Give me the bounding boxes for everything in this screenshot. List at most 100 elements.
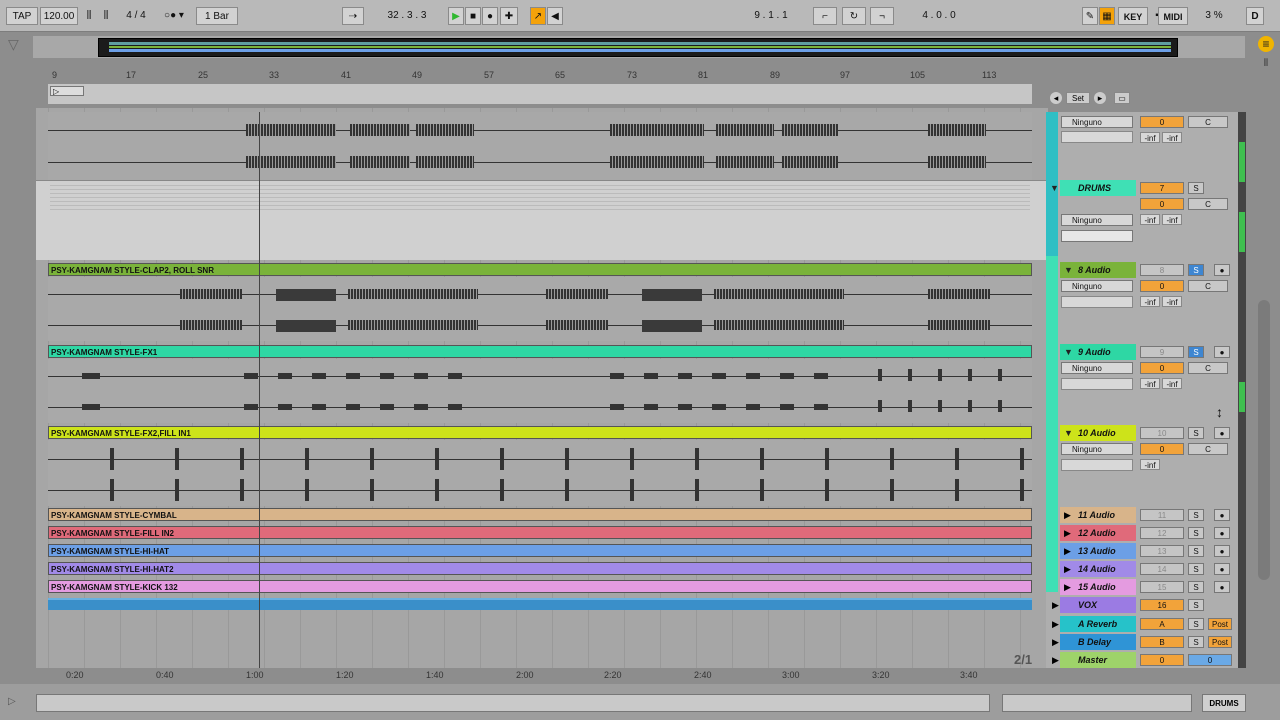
track-number[interactable]: 15 [1140,581,1184,593]
automation-arm-icon[interactable]: ↗ [530,7,546,25]
solo-button[interactable]: S [1188,264,1204,276]
track-lane[interactable] [48,359,1032,423]
locator-bar[interactable]: ▷ [48,84,1032,104]
metronome-icon[interactable]: ⫼ [82,7,96,25]
clip-fx2-fill-in1[interactable]: PSY-KAMGNAM STYLE-FX2,FILL IN1 [48,426,1032,439]
fold-icon[interactable]: ▶ [1052,655,1059,666]
solo-button[interactable]: S [1188,636,1204,648]
solo-button[interactable]: S [1188,599,1204,611]
metronome-toggle-icon[interactable]: ○● ▾ [158,7,190,25]
track-number[interactable]: 16 [1140,599,1184,611]
fold-icon[interactable]: ▶ [1064,546,1071,557]
volume-field[interactable]: 0 [1140,280,1184,292]
arm-button[interactable]: ● [1214,427,1230,439]
loop-start-field[interactable]: 9 . 1 . 1 [730,7,812,25]
pan-field[interactable]: C [1188,443,1228,455]
track-number[interactable]: 12 [1140,527,1184,539]
solo-button[interactable]: S [1188,427,1204,439]
solo-button[interactable]: S [1188,182,1204,194]
track-number[interactable]: A [1140,618,1184,630]
record-icon[interactable]: ● [482,7,498,25]
solo-button[interactable]: S [1188,545,1204,557]
arm-button[interactable]: ● [1214,509,1230,521]
nudge-icon[interactable]: ⫼ [99,7,113,25]
fold-icon[interactable]: ▶ [1064,510,1071,521]
selected-track-label[interactable]: DRUMS [1202,694,1246,712]
solo-button[interactable]: S [1188,618,1204,630]
midi-map-button[interactable]: MIDI [1158,7,1188,25]
set-locator-button[interactable]: Set [1066,92,1090,104]
menu-icon[interactable]: ≡ [1258,36,1274,52]
fold-icon[interactable]: ▼ [1064,347,1073,357]
signature-field[interactable]: 4 / 4 [118,7,154,25]
post-button[interactable]: Post [1208,618,1232,630]
track-lane[interactable] [48,112,1032,180]
track-number[interactable]: 11 [1140,509,1184,521]
track-number[interactable]: 8 [1140,264,1184,276]
solo-button[interactable]: S [1188,509,1204,521]
solo-button[interactable]: S [1188,527,1204,539]
track-b-delay[interactable]: B Delay [1060,634,1136,650]
io-toggle-icon[interactable]: ⦀ [1258,56,1274,72]
quantization-menu[interactable]: 1 Bar [196,7,238,25]
volume-field[interactable]: 0 [1140,198,1184,210]
input-channel-field[interactable] [1061,296,1133,308]
fold-icon[interactable]: ▼ [1064,265,1073,275]
fold-icon[interactable]: ▶ [1052,600,1059,611]
input-channel-field[interactable] [1061,459,1133,471]
volume-field[interactable]: 0 [1140,116,1184,128]
track-number[interactable]: 7 [1140,182,1184,194]
fold-icon[interactable]: ▼ [1064,428,1073,438]
arm-button[interactable]: ● [1214,581,1230,593]
scroll-right-icon[interactable]: ▸ [1094,92,1106,104]
volume-field[interactable]: 0 [1140,654,1184,666]
song-position-field[interactable]: 32 . 3 . 3 [366,7,448,25]
fold-icon[interactable]: ▶ [1064,564,1071,575]
input-dropdown[interactable]: Ninguno [1061,443,1133,455]
arm-button[interactable]: ● [1214,563,1230,575]
follow-icon[interactable]: ⇢ [342,7,364,25]
input-dropdown[interactable]: Ninguno [1061,116,1133,128]
punch-in-icon[interactable]: ⌐ [813,7,837,25]
clip-kick-132[interactable]: PSY-KAMGNAM STYLE-KICK 132 [48,580,1032,593]
input-dropdown[interactable]: Ninguno [1061,362,1133,374]
clip-hi-hat[interactable]: PSY-KAMGNAM STYLE-HI-HAT [48,544,1032,557]
arm-button[interactable]: ● [1214,545,1230,557]
track-number[interactable]: 13 [1140,545,1184,557]
track-vox[interactable]: VOX [1060,597,1136,613]
track-lane[interactable] [48,277,1032,341]
fold-icon[interactable]: ▶ [1064,582,1071,593]
browser-toggle-icon[interactable]: ▽ [8,36,26,54]
punch-out-icon[interactable]: ¬ [870,7,894,25]
computer-keyboard-icon[interactable]: ▦ [1099,7,1115,25]
post-button[interactable]: Post [1208,636,1232,648]
clip-fill-in2[interactable]: PSY-KAMGNAM STYLE-FILL IN2 [48,526,1032,539]
input-channel-field[interactable] [1061,230,1133,242]
pan-field[interactable]: C [1188,116,1228,128]
arm-button[interactable]: ● [1214,527,1230,539]
input-channel-field[interactable] [1061,378,1133,390]
tap-button[interactable]: TAP [6,7,38,25]
track-number[interactable]: 9 [1140,346,1184,358]
track-number[interactable]: 10 [1140,427,1184,439]
track-12-audio[interactable]: 12 Audio [1060,525,1136,541]
input-channel-field[interactable] [1061,131,1133,143]
pan-field[interactable]: C [1188,362,1228,374]
key-map-button[interactable]: KEY [1118,7,1148,25]
track-11-audio[interactable]: 11 Audio [1060,507,1136,523]
loop-switch-icon[interactable]: ↻ [842,7,866,25]
play-icon[interactable]: ▶ [448,7,464,25]
back-to-arrangement-icon[interactable]: ◀ [547,7,563,25]
overview-toggle-icon[interactable]: ▭ [1114,92,1130,104]
loop-brace[interactable]: ▷ [50,86,84,96]
fold-icon[interactable]: ▶ [1064,528,1071,539]
bar-ruler[interactable]: 9 17 25 33 41 49 57 65 73 81 89 97 105 1… [48,70,1032,84]
track-drums[interactable]: DRUMS [1060,180,1136,196]
vox-lane[interactable] [48,598,1032,610]
solo-button[interactable]: S [1188,563,1204,575]
fold-icon[interactable]: ▶ [1052,619,1059,630]
track-15-audio[interactable]: 15 Audio [1060,579,1136,595]
track-14-audio[interactable]: 14 Audio [1060,561,1136,577]
fold-icon[interactable]: ▼ [1050,183,1059,193]
overview-selection[interactable] [98,38,1178,57]
